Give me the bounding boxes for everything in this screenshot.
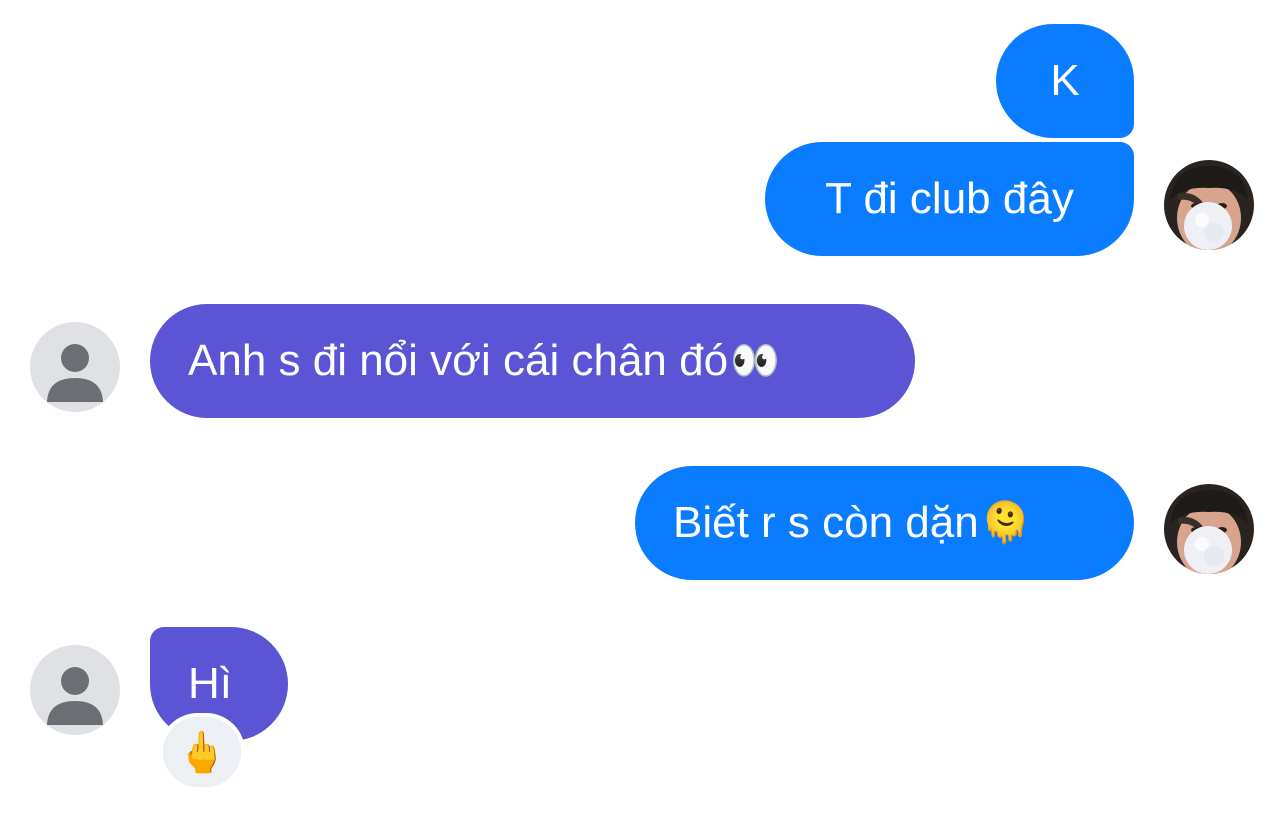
message-text: Hì (188, 659, 232, 708)
message-text: Anh s đi nổi với cái chân đó (188, 336, 729, 385)
middle-finger-emoji-icon: 🖕 (177, 729, 227, 776)
message-text: K (1050, 56, 1080, 105)
eyes-emoji-icon: 👀 (730, 338, 780, 384)
melting-face-emoji-icon: 🫠 (980, 500, 1031, 546)
person-icon (47, 667, 103, 725)
person-icon (47, 344, 103, 402)
outgoing-message-bubble[interactable]: Biết r s còn dặn 🫠 (635, 466, 1134, 580)
contact-default-avatar[interactable] (30, 322, 120, 412)
incoming-message-bubble[interactable]: Anh s đi nổi với cái chân đó 👀 (150, 304, 915, 418)
my-profile-avatar[interactable] (1164, 160, 1254, 250)
message-reaction[interactable]: 🖕 (159, 713, 245, 791)
profile-photo-icon (1164, 484, 1254, 574)
message-text: Biết r s còn dặn (673, 498, 979, 547)
outgoing-message-bubble[interactable]: T đi club đây (765, 142, 1134, 256)
my-profile-avatar[interactable] (1164, 484, 1254, 574)
profile-photo-icon (1164, 160, 1254, 250)
contact-default-avatar[interactable] (30, 645, 120, 735)
message-text: T đi club đây (825, 174, 1074, 223)
outgoing-message-bubble[interactable]: K (996, 24, 1134, 138)
